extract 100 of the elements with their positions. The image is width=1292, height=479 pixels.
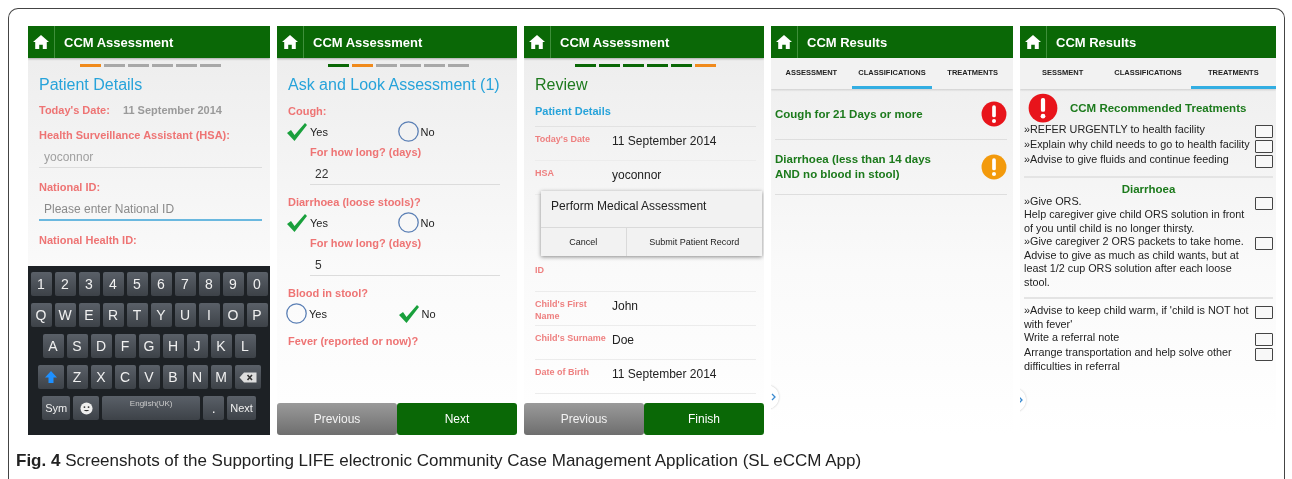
smiley-icon: [79, 401, 93, 415]
chevron-right-icon: [771, 393, 776, 401]
key[interactable]: S: [66, 334, 88, 358]
key[interactable]: 0: [246, 272, 268, 296]
key[interactable]: F: [114, 334, 136, 358]
key[interactable]: 4: [102, 272, 124, 296]
key[interactable]: I: [198, 303, 220, 327]
key[interactable]: R: [102, 303, 124, 327]
key[interactable]: L: [234, 334, 256, 358]
key[interactable]: U: [174, 303, 196, 327]
space-key[interactable]: English(UK): [102, 396, 201, 420]
key[interactable]: Z: [66, 365, 88, 389]
section-heading: Patient Details: [39, 76, 144, 94]
home-icon[interactable]: [1024, 34, 1042, 50]
field-label: HSA: [535, 168, 555, 180]
home-icon[interactable]: [528, 34, 546, 50]
field-label: National ID:: [39, 181, 102, 193]
subsection-heading: Patient Details: [535, 105, 756, 127]
checkbox[interactable]: [1255, 197, 1273, 210]
dialog-button[interactable]: Cancel: [541, 228, 626, 256]
classification-text: Diarrhoea (less than 14 days AND no blood in stool): [775, 152, 932, 182]
key[interactable]: C: [114, 365, 136, 389]
key[interactable]: 8: [198, 272, 220, 296]
radio-option[interactable]: No: [397, 303, 509, 324]
treatment-text: »Give ORS. Help caregiver give child ORS solution in front of you until child is no longer thirsty.: [1024, 195, 1246, 236]
radio-option[interactable]: Yes: [286, 212, 398, 233]
radio-option[interactable]: No: [397, 121, 509, 142]
key[interactable]: Q: [30, 303, 52, 327]
next-button[interactable]: Next: [397, 403, 517, 435]
input-field[interactable]: Please enter National ID: [39, 198, 262, 221]
field-label: National Health ID:: [39, 234, 138, 246]
key[interactable]: 2: [54, 272, 76, 296]
checkbox[interactable]: [1255, 140, 1273, 153]
checkbox[interactable]: [1255, 237, 1273, 251]
backspace-icon: [238, 371, 257, 383]
checkbox[interactable]: [1255, 348, 1273, 362]
key[interactable]: 5: [126, 272, 148, 296]
key[interactable]: 1: [30, 272, 52, 296]
checkbox[interactable]: [1255, 155, 1273, 168]
key[interactable]: W: [54, 303, 76, 327]
key[interactable]: N: [186, 365, 208, 389]
key[interactable]: Y: [150, 303, 172, 327]
key[interactable]: K: [210, 334, 232, 358]
field-label: For how long? (days): [310, 146, 423, 158]
key[interactable]: 6: [150, 272, 172, 296]
key[interactable]: X: [90, 365, 112, 389]
treatment-text: »Advise to give fluids and continue feeding: [1024, 153, 1229, 167]
question-label: Cough:: [288, 105, 328, 117]
section-heading: Ask and Look Assessment (1): [288, 76, 501, 94]
shift-key[interactable]: [37, 365, 64, 389]
screen-title: CCM Results: [807, 34, 888, 50]
screen-title: CCM Assessment: [64, 34, 174, 50]
radio-option[interactable]: No: [397, 212, 509, 233]
key[interactable]: 7: [174, 272, 196, 296]
key[interactable]: P: [246, 303, 268, 327]
screen-title: CCM Results: [1056, 34, 1137, 50]
key[interactable]: E: [78, 303, 100, 327]
checkbox[interactable]: [1255, 333, 1273, 347]
key[interactable]: Next: [227, 396, 256, 420]
treatment-text: »Give caregiver 2 ORS packets to take home. Advise to give as much as child wants, but at least 1/2 cup ORS solution after each loose stool.: [1024, 235, 1245, 290]
key[interactable]: A: [42, 334, 64, 358]
checkbox[interactable]: [1255, 306, 1273, 320]
next-button[interactable]: Finish: [644, 403, 764, 435]
emoji-key[interactable]: [73, 396, 100, 420]
key[interactable]: Sym: [42, 396, 71, 420]
question-label: Blood in stool?: [288, 287, 370, 299]
treatment-text: »Advise to keep child warm, if 'child is NOT hot with fever': [1024, 304, 1250, 332]
field-value: Doe: [612, 333, 634, 347]
home-icon[interactable]: [775, 34, 793, 50]
key[interactable]: V: [138, 365, 160, 389]
classification-text: Cough for 21 Days or more: [775, 106, 924, 122]
key[interactable]: 9: [222, 272, 244, 296]
key[interactable]: H: [162, 334, 184, 358]
treatment-text: Write a referral note: [1024, 331, 1120, 345]
key[interactable]: D: [90, 334, 112, 358]
treatments-heading: CCM Recommended Treatments: [1070, 102, 1247, 114]
key[interactable]: M: [210, 365, 232, 389]
radio-option[interactable]: Yes: [286, 303, 398, 324]
input-field[interactable]: 5: [310, 254, 500, 276]
key[interactable]: B: [162, 365, 184, 389]
field-label: Child's First Name: [535, 299, 588, 323]
alert-icon: [1028, 93, 1058, 123]
input-field[interactable]: 22: [310, 163, 500, 185]
field-label: For how long? (days): [310, 237, 423, 249]
home-icon[interactable]: [281, 34, 299, 50]
backspace-key[interactable]: [234, 365, 261, 389]
radio-option[interactable]: Yes: [286, 121, 398, 142]
home-icon[interactable]: [32, 34, 50, 50]
key[interactable]: 3: [78, 272, 100, 296]
dialog-button[interactable]: Submit Patient Record: [625, 228, 762, 256]
key[interactable]: O: [222, 303, 244, 327]
question-label: Diarrhoea (loose stools)?: [288, 196, 422, 208]
key[interactable]: J: [186, 334, 208, 358]
checkbox[interactable]: [1255, 125, 1273, 138]
treatment-text: »REFER URGENTLY to health facility: [1024, 123, 1205, 137]
field-label: Child's Surname: [535, 333, 607, 345]
field-label: Today's Date:: [39, 104, 110, 116]
key[interactable]: .: [203, 396, 225, 420]
key[interactable]: T: [126, 303, 148, 327]
key[interactable]: G: [138, 334, 160, 358]
